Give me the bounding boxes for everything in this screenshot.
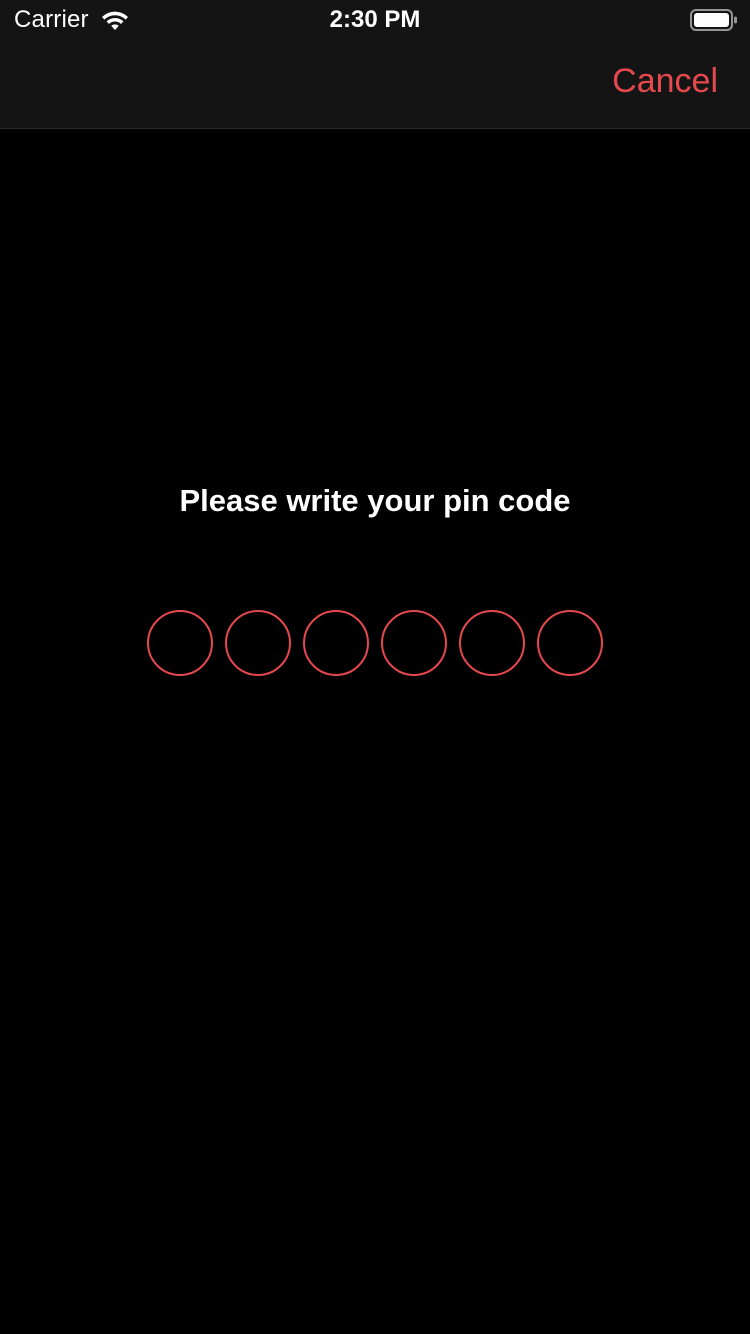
cancel-button[interactable]: Cancel <box>612 62 718 101</box>
status-bar: Carrier 2:30 PM <box>0 0 750 40</box>
pin-indicator-row[interactable] <box>147 610 603 676</box>
pin-digit-indicator <box>303 610 369 676</box>
pin-code-screen: Carrier 2:30 PM Cancel Please write your… <box>0 0 750 1334</box>
pin-digit-indicator <box>147 610 213 676</box>
pin-digit-indicator <box>225 610 291 676</box>
navigation-bar: Cancel <box>0 40 750 129</box>
pin-digit-indicator <box>381 610 447 676</box>
pin-digit-indicator <box>459 610 525 676</box>
pin-prompt: Please write your pin code <box>179 483 571 518</box>
battery-icon <box>690 9 737 31</box>
pin-digit-indicator <box>537 610 603 676</box>
status-time: 2:30 PM <box>329 6 421 33</box>
